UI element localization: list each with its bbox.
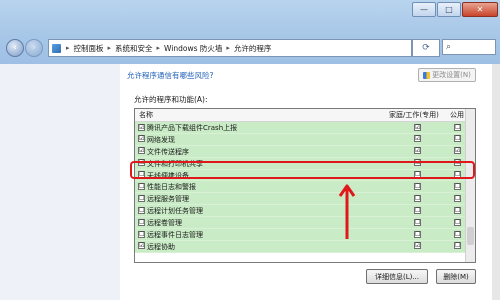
caption-buttons: — □ ✕ [411, 2, 498, 17]
home-work-checkbox[interactable]: ☑ [414, 135, 421, 143]
scrollbar-thumb[interactable] [467, 227, 474, 245]
breadcrumb-chevron-icon[interactable]: ▸ [155, 44, 163, 52]
public-checkbox[interactable]: ☑ [454, 147, 461, 155]
program-row[interactable]: ☐ 远程事件日志管理 ☐ ☐ [135, 229, 467, 241]
program-name: 文件传送程序 [147, 147, 189, 156]
left-pane [0, 64, 120, 300]
enable-checkbox[interactable]: ☐ [138, 194, 145, 202]
enable-checkbox[interactable]: ☐ [138, 182, 145, 190]
program-row[interactable]: ☑ 腾讯产品下载组件Crash上报 ☑ ☐ [135, 122, 467, 134]
list-header: 名称 家庭/工作(专用) 公用 [135, 109, 467, 122]
home-work-checkbox[interactable]: ☑ [414, 123, 421, 131]
allowed-programs-list[interactable]: 名称 家庭/工作(专用) 公用 ☑ 腾讯产品下载组件Crash上报 ☑ ☐ ☑ 网络发现 ☑… [134, 108, 476, 263]
allowed-programs-label: 允许的程序和功能(A): [134, 95, 208, 104]
enable-checkbox[interactable]: ☑ [138, 135, 145, 143]
annotation-highlight-box [130, 161, 475, 179]
program-rows: ☑ 腾讯产品下载组件Crash上报 ☑ ☐ ☑ 网络发现 ☑ ☐ ☑ 文件传送程序 ☑ ☑ ☑ 文件和打印… [135, 122, 467, 253]
navigation-bar: ‹ › ▸ 控制面板 ▸ 系统和安全 ▸ Windows 防火墙 ▸ 允许的程序… [6, 38, 496, 58]
change-settings-button[interactable]: 更改设置(N) [418, 68, 476, 82]
program-row[interactable]: ☐ 远程计划任务管理 ☐ ☐ [135, 205, 467, 218]
public-checkbox[interactable]: ☐ [454, 218, 461, 226]
column-header-home-work[interactable]: 家庭/工作(专用) [389, 110, 439, 120]
program-name: 远程事件日志管理 [147, 231, 203, 240]
public-checkbox[interactable]: ☐ [454, 230, 461, 238]
enable-checkbox[interactable]: ☑ [138, 123, 145, 131]
enable-checkbox[interactable]: ☑ [138, 147, 145, 155]
breadcrumb-control-panel[interactable]: 控制面板 [72, 43, 106, 54]
enable-checkbox[interactable]: ☑ [138, 242, 145, 250]
back-arrow-icon[interactable]: ‹ [6, 39, 24, 57]
remove-button[interactable]: 删除(M) [436, 269, 476, 284]
program-name: 远程服务管理 [147, 195, 189, 204]
list-scrollbar[interactable] [465, 109, 475, 262]
enable-checkbox[interactable]: ☐ [138, 218, 145, 226]
public-checkbox[interactable]: ☐ [454, 206, 461, 214]
public-checkbox[interactable]: ☐ [454, 194, 461, 202]
address-bar[interactable]: ▸ 控制面板 ▸ 系统和安全 ▸ Windows 防火墙 ▸ 允许的程序 [48, 39, 412, 57]
window-scrollbar[interactable] [492, 64, 500, 300]
program-row[interactable]: ☐ 远程卷管理 ☐ ☐ [135, 217, 467, 230]
search-input[interactable]: ⌕ [442, 39, 496, 55]
public-checkbox[interactable]: ☐ [454, 135, 461, 143]
breadcrumb-chevron-icon[interactable]: ▸ [106, 44, 114, 52]
home-work-checkbox[interactable]: ☐ [414, 218, 421, 226]
program-name: 性能日志和警报 [147, 183, 196, 192]
maximize-button[interactable]: □ [437, 2, 461, 17]
change-settings-label: 更改设置(N) [432, 71, 471, 79]
breadcrumb-allowed-programs[interactable]: 允许的程序 [232, 43, 274, 54]
search-icon: ⌕ [446, 42, 452, 52]
control-panel-icon [52, 43, 61, 53]
program-row[interactable]: ☑ 文件传送程序 ☑ ☑ [135, 145, 467, 158]
program-name: 腾讯产品下载组件Crash上报 [147, 124, 238, 132]
forward-arrow-icon[interactable]: › [25, 39, 43, 57]
column-header-public[interactable]: 公用 [450, 110, 464, 120]
program-name: 网络发现 [147, 135, 175, 144]
risk-info-link[interactable]: 允许程序通信有哪些风险? [127, 70, 213, 81]
public-checkbox[interactable]: ☐ [454, 182, 461, 190]
program-name: 远程卷管理 [147, 219, 182, 228]
breadcrumb-chevron-icon[interactable]: ▸ [224, 44, 232, 52]
close-button[interactable]: ✕ [462, 2, 498, 17]
minimize-button[interactable]: — [412, 2, 436, 17]
home-work-checkbox[interactable]: ☐ [414, 182, 421, 190]
program-name: 远程协助 [147, 242, 175, 251]
breadcrumb-windows-firewall[interactable]: Windows 防火墙 [162, 43, 224, 54]
home-work-checkbox[interactable]: ☐ [414, 194, 421, 202]
home-work-checkbox[interactable]: ☑ [414, 147, 421, 155]
program-row[interactable]: ☑ 远程协助 ☑ ☐ [135, 240, 467, 253]
annotation-up-arrow-icon [338, 184, 356, 239]
public-checkbox[interactable]: ☐ [454, 242, 461, 250]
home-work-checkbox[interactable]: ☐ [414, 230, 421, 238]
shield-icon [423, 71, 431, 79]
program-row[interactable]: ☐ 性能日志和警报 ☐ ☐ [135, 181, 467, 194]
program-name: 远程计划任务管理 [147, 207, 203, 216]
home-work-checkbox[interactable]: ☐ [414, 206, 421, 214]
enable-checkbox[interactable]: ☐ [138, 230, 145, 238]
home-work-checkbox[interactable]: ☑ [414, 242, 421, 250]
enable-checkbox[interactable]: ☐ [138, 206, 145, 214]
breadcrumb-system-security[interactable]: 系统和安全 [113, 43, 155, 54]
program-row[interactable]: ☐ 远程服务管理 ☐ ☐ [135, 193, 467, 206]
details-button[interactable]: 详细信息(L)... [366, 269, 428, 284]
program-row[interactable]: ☑ 网络发现 ☑ ☐ [135, 133, 467, 146]
refresh-icon[interactable]: ⟳ [412, 39, 440, 57]
breadcrumb-chevron-icon[interactable]: ▸ [64, 44, 72, 52]
window-titlebar: — □ ✕ ‹ › ▸ 控制面板 ▸ 系统和安全 ▸ Windows 防火墙 ▸… [0, 0, 500, 64]
public-checkbox[interactable]: ☐ [454, 123, 461, 131]
column-header-name[interactable]: 名称 [139, 110, 153, 120]
